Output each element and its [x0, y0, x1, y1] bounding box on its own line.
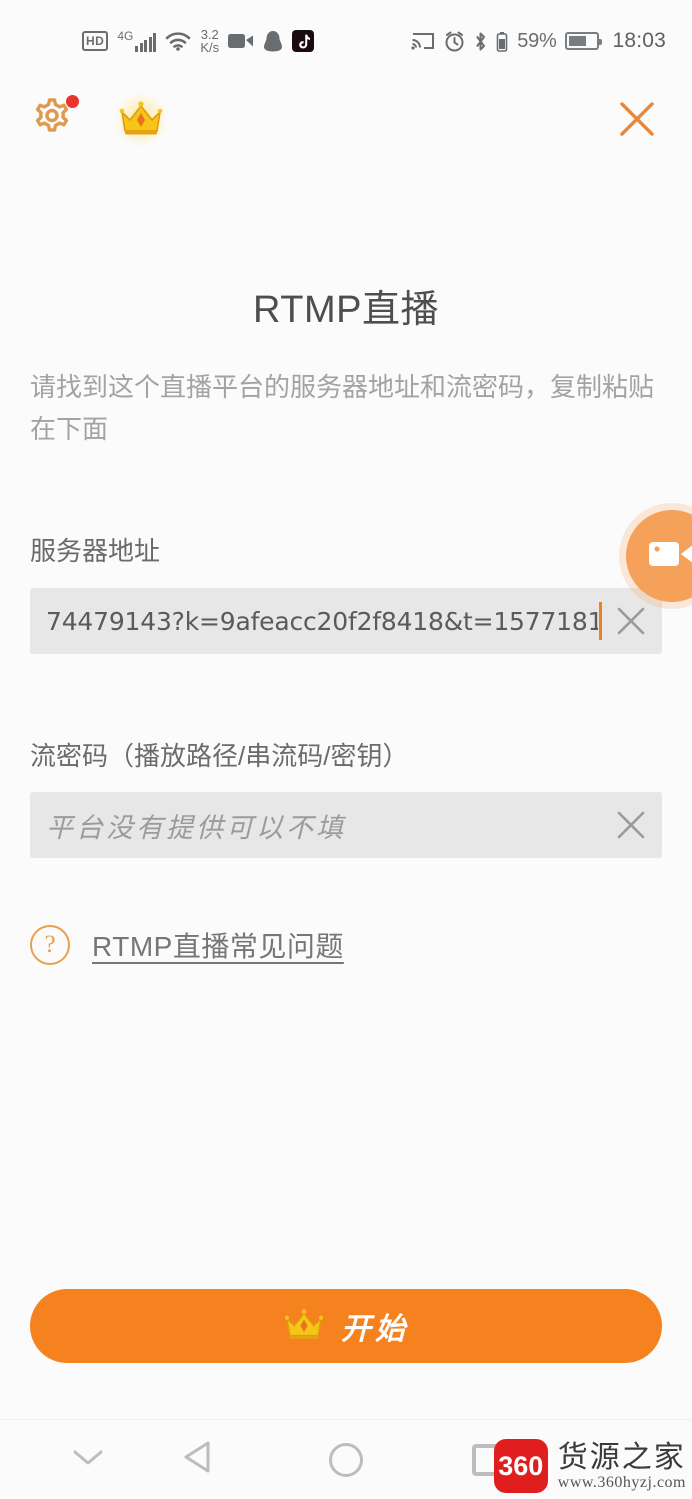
alarm-clock-icon	[444, 31, 465, 52]
video-camera-icon	[649, 539, 692, 574]
status-bar-right: 59% 18:03	[411, 29, 666, 53]
status-bar: HD 4G 3.2 K/s 59% 18:03	[0, 0, 692, 82]
crown-icon	[118, 99, 164, 142]
app-top-bar	[0, 82, 692, 178]
hide-keyboard-button[interactable]	[33, 1420, 143, 1499]
server-address-label: 服务器地址	[30, 536, 161, 566]
app-screen: HD 4G 3.2 K/s 59% 18:03 RTMP直播 请找到这个直播平台…	[0, 0, 692, 1499]
home-button[interactable]	[291, 1420, 401, 1499]
stream-key-placeholder: 平台没有提供可以不填	[46, 812, 346, 843]
text-cursor	[599, 602, 602, 640]
question-mark-icon: ?	[30, 925, 70, 965]
clear-server-address-button[interactable]	[608, 598, 654, 644]
faq-link-row[interactable]: ? RTMP直播常见问题	[30, 925, 344, 965]
battery-percent-label: 59%	[517, 29, 557, 52]
back-button[interactable]	[143, 1420, 253, 1499]
settings-button[interactable]	[28, 94, 80, 146]
screencast-icon	[411, 31, 435, 51]
stream-key-label: 流密码（播放路径/串流码/密钥）	[30, 741, 409, 771]
qq-icon	[263, 30, 283, 53]
clock-label: 18:03	[612, 29, 666, 52]
chevron-down-icon	[68, 1444, 108, 1475]
close-icon	[617, 607, 645, 635]
close-button[interactable]	[614, 96, 660, 142]
watermark-logo: 360	[493, 1439, 548, 1493]
battery-small-icon	[496, 31, 508, 52]
vip-button[interactable]	[112, 92, 170, 148]
page-title: RTMP直播	[253, 289, 439, 331]
notification-dot	[66, 95, 79, 108]
page-subtitle: 请找到这个直播平台的服务器地址和流密码，复制粘贴在下面	[30, 372, 655, 444]
bluetooth-icon	[474, 31, 487, 52]
hd-badge-icon: HD	[82, 31, 109, 51]
status-bar-left: HD 4G 3.2 K/s	[82, 28, 315, 54]
battery-icon	[565, 32, 603, 50]
network-speed-indicator: 3.2 K/s	[200, 28, 219, 54]
wifi-icon	[165, 31, 191, 51]
watermark-site-url: www.360hyzj.com	[557, 1473, 686, 1491]
video-recording-icon	[228, 32, 254, 50]
circle-home-icon	[329, 1442, 363, 1477]
watermark-text: 货源之家 www.360hyzj.com	[558, 1441, 686, 1492]
server-address-input[interactable]: 74479143?k=9afeacc20f2f8418&t=1577181411	[30, 588, 662, 654]
signal-bars-icon: 4G	[117, 29, 157, 52]
faq-link-label[interactable]: RTMP直播常见问题	[92, 925, 344, 965]
network-type-label: 4G	[117, 29, 134, 43]
server-address-value: 74479143?k=9afeacc20f2f8418&t=1577181411	[46, 606, 598, 636]
clear-stream-key-button[interactable]	[608, 802, 654, 848]
triangle-back-icon	[181, 1439, 215, 1480]
gear-icon	[28, 98, 76, 146]
network-speed-unit: K/s	[200, 40, 220, 55]
douyin-icon	[292, 30, 315, 52]
stream-key-input[interactable]: 平台没有提供可以不填	[30, 792, 662, 858]
close-icon	[617, 811, 645, 839]
crown-icon	[283, 1307, 325, 1346]
close-icon	[614, 102, 660, 146]
watermark: 360 货源之家 www.360hyzj.com	[493, 1439, 686, 1493]
start-button[interactable]: 开始	[30, 1289, 662, 1363]
start-button-label: 开始	[341, 1313, 409, 1346]
watermark-site-name: 货源之家	[557, 1440, 686, 1474]
